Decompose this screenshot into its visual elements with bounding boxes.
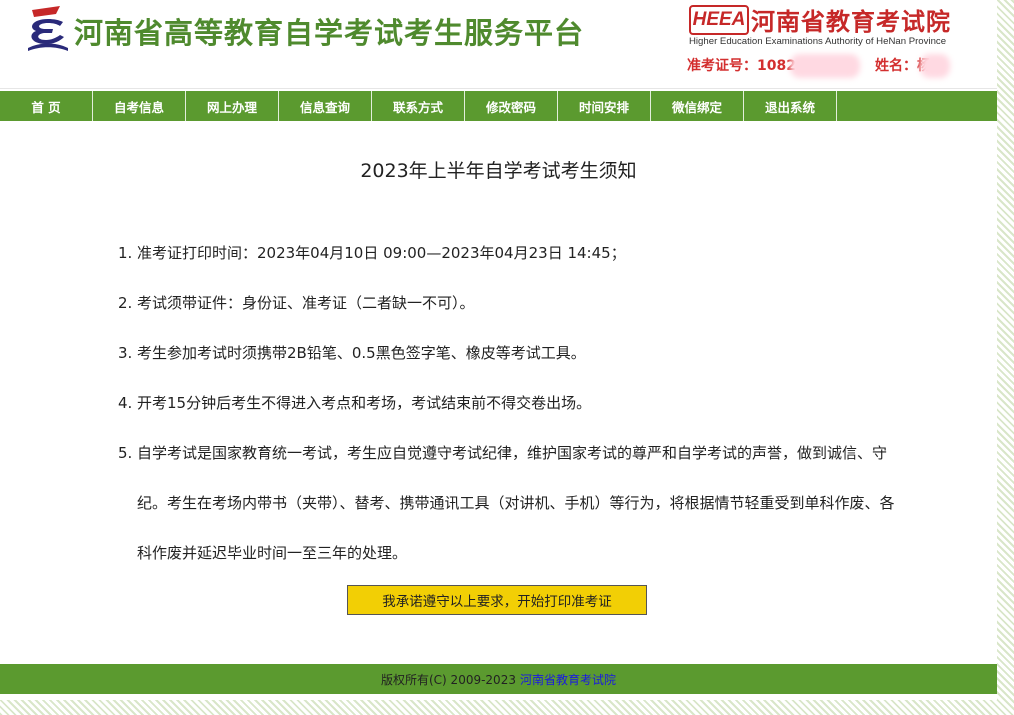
header: 河南省高等教育自学考试考生服务平台 HEEA 河南省教育考试院 Higher E… [0, 0, 997, 89]
authority-name-cn: 河南省教育考试院 [751, 8, 951, 36]
nav-wechat-binding[interactable]: 微信绑定 [651, 91, 744, 121]
notice-item-number: 5. [118, 444, 133, 462]
notice-item-number: 1. [118, 244, 133, 262]
ticket-number-label: 准考证号：1082 [687, 58, 796, 74]
notice-item: 2. 考试须带证件：身份证、准考证（二者缺一不可）。 [118, 278, 898, 328]
footer-authority-link[interactable]: 河南省教育考试院 [520, 671, 616, 688]
footer: 版权所有(C) 2009-2023 河南省教育考试院 [0, 664, 997, 694]
notice-item-number: 3. [118, 344, 133, 362]
nav-logout[interactable]: 退出系统 [744, 91, 837, 121]
notice-item-text: 自学考试是国家教育统一考试，考生应自觉遵守考试纪律，维护国家考试的尊严和自学考试… [137, 444, 895, 562]
authority-logo: HEEA 河南省教育考试院 Higher Education Examinati… [689, 5, 989, 49]
nav-change-password[interactable]: 修改密码 [465, 91, 558, 121]
authority-name-en: Higher Education Examinations Authority … [689, 36, 947, 47]
notice-item-number: 4. [118, 394, 133, 412]
notice-item-text: 考生参加考试时须携带2B铅笔、0.5黑色签字笔、橡皮等考试工具。 [137, 344, 586, 362]
notice-item: 3. 考生参加考试时须携带2B铅笔、0.5黑色签字笔、橡皮等考试工具。 [118, 328, 898, 378]
confirm-print-button[interactable]: 我承诺遵守以上要求，开始打印准考证 [347, 585, 647, 615]
notice-item: 4. 开考15分钟后考生不得进入考点和考场，考试结束前不得交卷出场。 [118, 378, 898, 428]
notice-item-number: 2. [118, 294, 133, 312]
platform-logo-icon [28, 6, 68, 51]
site-title: 河南省高等教育自学考试考生服务平台 [74, 16, 585, 50]
heea-badge: HEEA [689, 5, 749, 35]
nav-home[interactable]: 首 页 [0, 91, 93, 121]
nav-info-query[interactable]: 信息查询 [279, 91, 372, 121]
notice-list: 1. 准考证打印时间：2023年04月10日 09:00—2023年04月23日… [118, 228, 898, 578]
redaction-blur [790, 54, 860, 78]
nav-schedule[interactable]: 时间安排 [558, 91, 651, 121]
notice-item-text: 准考证打印时间：2023年04月10日 09:00—2023年04月23日 14… [137, 244, 626, 262]
nav-contact[interactable]: 联系方式 [372, 91, 465, 121]
notice-item-text: 开考15分钟后考生不得进入考点和考场，考试结束前不得交卷出场。 [137, 394, 592, 412]
notice-item: 5. 自学考试是国家教育统一考试，考生应自觉遵守考试纪律，维护国家考试的尊严和自… [118, 428, 898, 578]
notice-item: 1. 准考证打印时间：2023年04月10日 09:00—2023年04月23日… [118, 228, 898, 278]
notice-title: 2023年上半年自学考试考生须知 [360, 160, 637, 182]
copyright-text: 版权所有(C) 2009-2023 [381, 672, 516, 687]
main-nav: 首 页 自考信息 网上办理 信息查询 联系方式 修改密码 时间安排 微信绑定 退… [0, 91, 997, 121]
page: 河南省高等教育自学考试考生服务平台 HEEA 河南省教育考试院 Higher E… [0, 0, 997, 700]
nav-exam-info[interactable]: 自考信息 [93, 91, 186, 121]
notice-item-text: 考试须带证件：身份证、准考证（二者缺一不可）。 [137, 294, 475, 312]
redaction-blur [920, 54, 950, 78]
nav-online-services[interactable]: 网上办理 [186, 91, 279, 121]
